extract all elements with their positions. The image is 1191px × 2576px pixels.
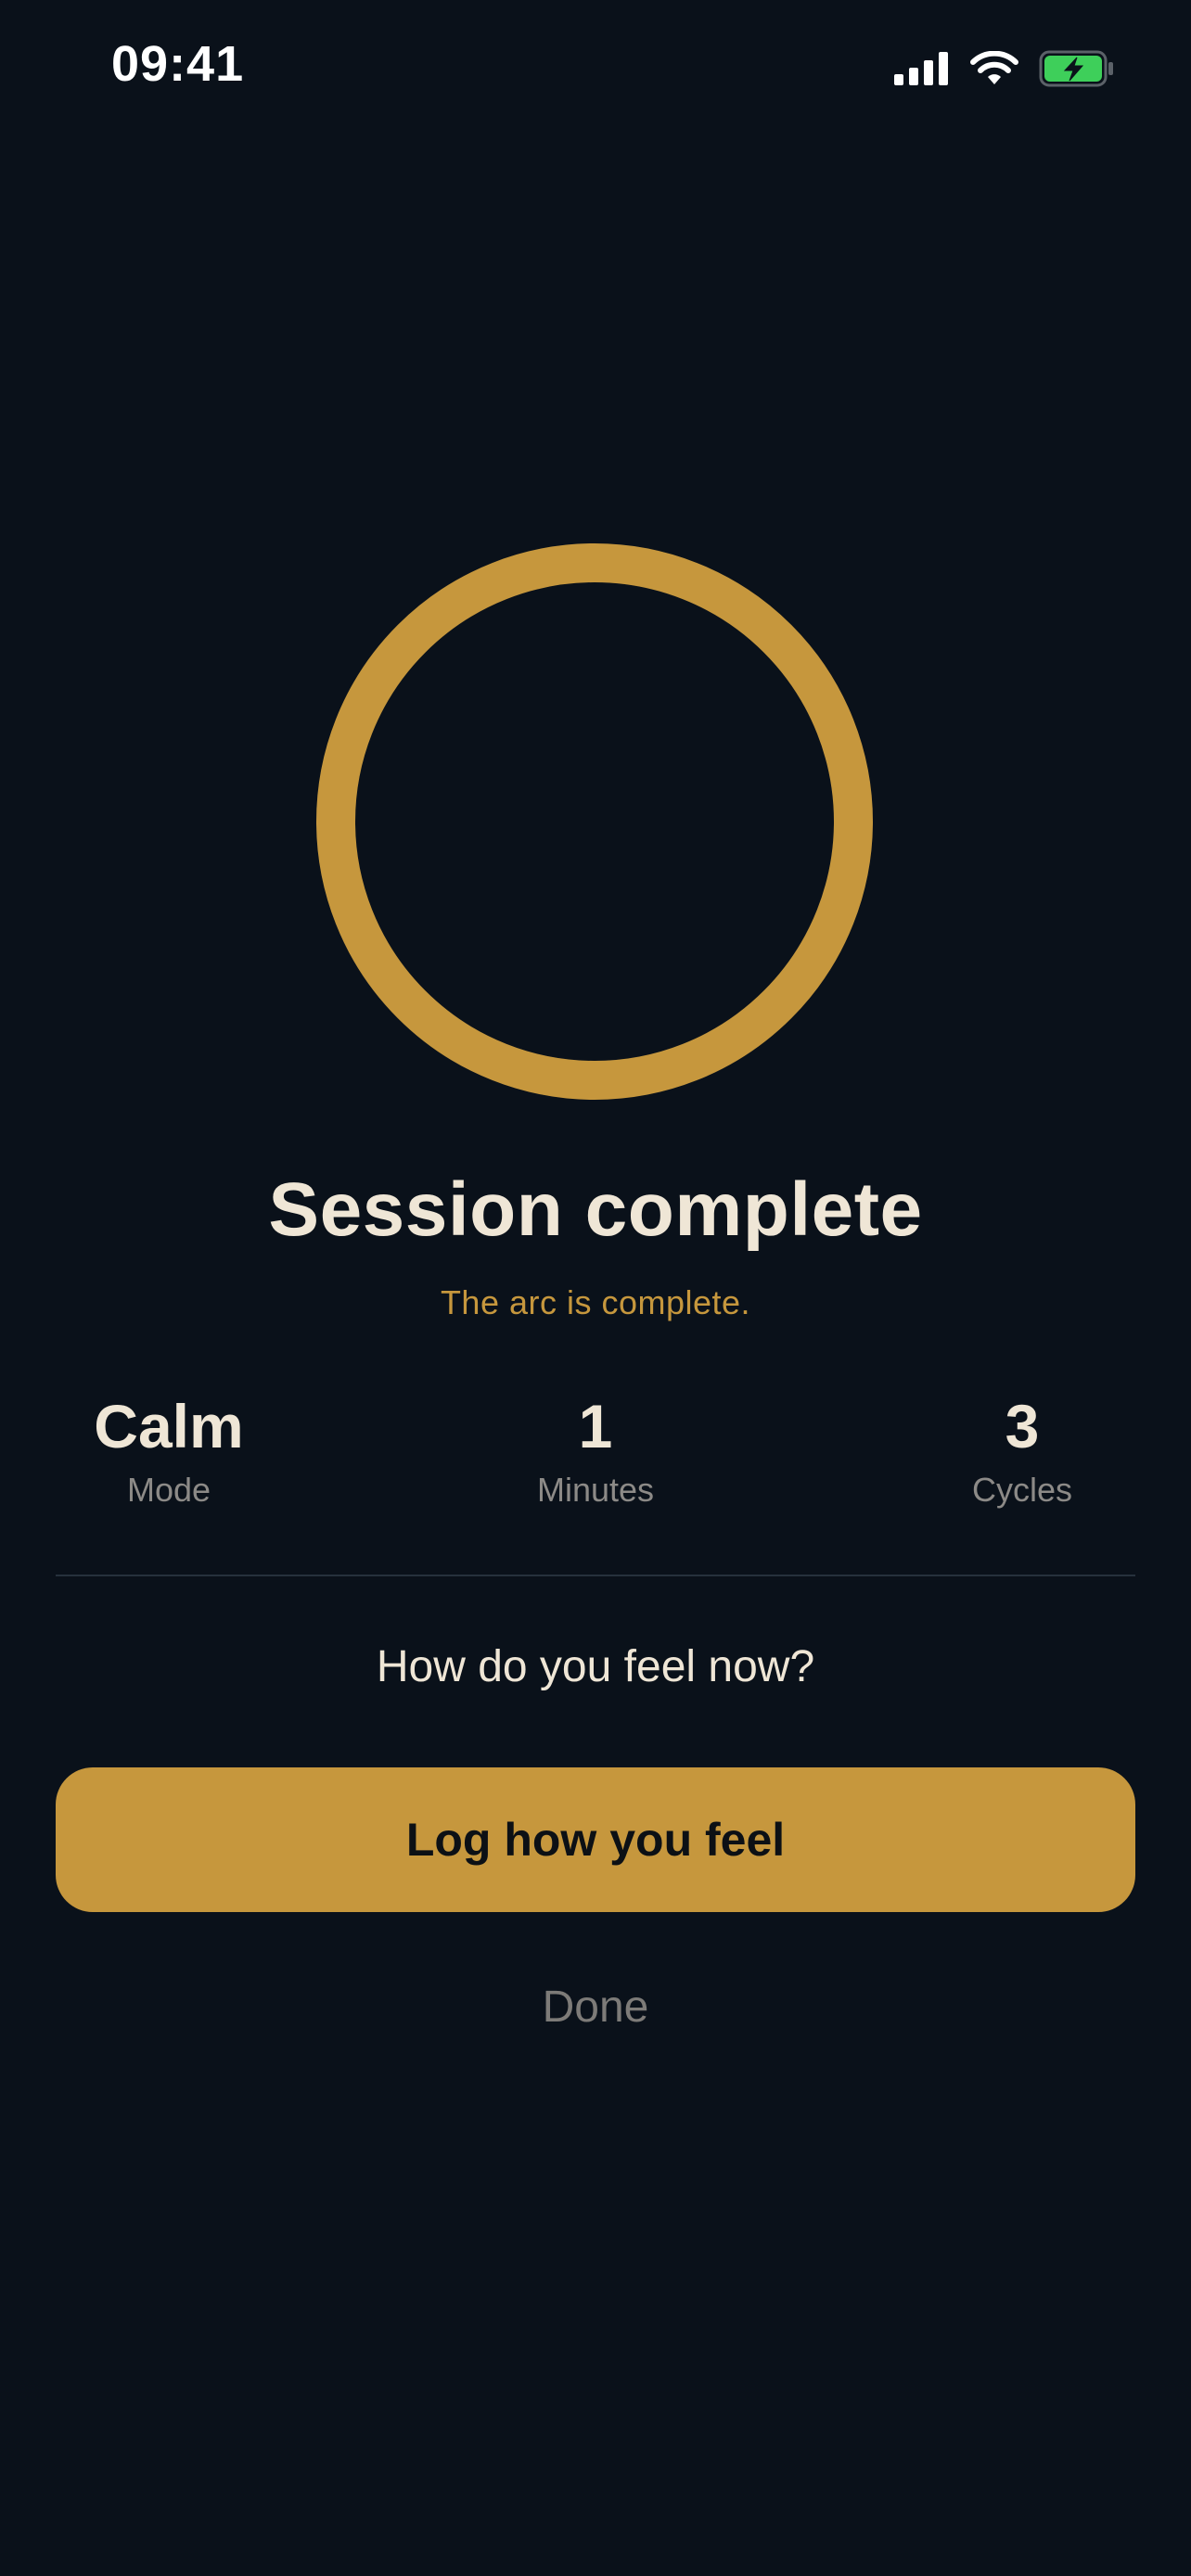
divider xyxy=(56,1575,1135,1576)
log-feeling-button[interactable]: Log how you feel xyxy=(56,1767,1135,1912)
stat-minutes: 1 Minutes xyxy=(456,1389,735,1513)
session-subtitle: The arc is complete. xyxy=(440,1283,751,1321)
stat-cycles-value: 3 xyxy=(1005,1392,1040,1460)
stat-cycles-label: Cycles xyxy=(971,1471,1073,1509)
status-time: 09:41 xyxy=(111,36,245,92)
progress-ring xyxy=(316,543,873,1100)
session-stats: Calm Mode 1 Minutes 3 Cycles xyxy=(0,1389,1191,1519)
feeling-question: How do you feel now? xyxy=(376,1642,815,1691)
stat-minutes-value: 1 xyxy=(578,1392,613,1460)
progress-ring-fill xyxy=(316,543,873,1100)
stat-cycles: 3 Cycles xyxy=(883,1389,1161,1513)
stat-minutes-label: Minutes xyxy=(536,1471,655,1509)
progress-ring-graphic xyxy=(316,543,873,1100)
done-button[interactable]: Done xyxy=(410,1970,781,2044)
stat-mode: Calm Mode xyxy=(30,1389,308,1513)
cellular-signal-icon xyxy=(894,52,950,85)
session-title: Session complete xyxy=(268,1167,923,1252)
status-icons xyxy=(894,46,1115,91)
wifi-icon xyxy=(970,51,1018,86)
stat-mode-label: Mode xyxy=(126,1471,211,1509)
stat-mode-value: Calm xyxy=(94,1392,244,1460)
status-bar: 09:41 xyxy=(0,0,1191,139)
battery-charging-icon xyxy=(1039,50,1115,87)
